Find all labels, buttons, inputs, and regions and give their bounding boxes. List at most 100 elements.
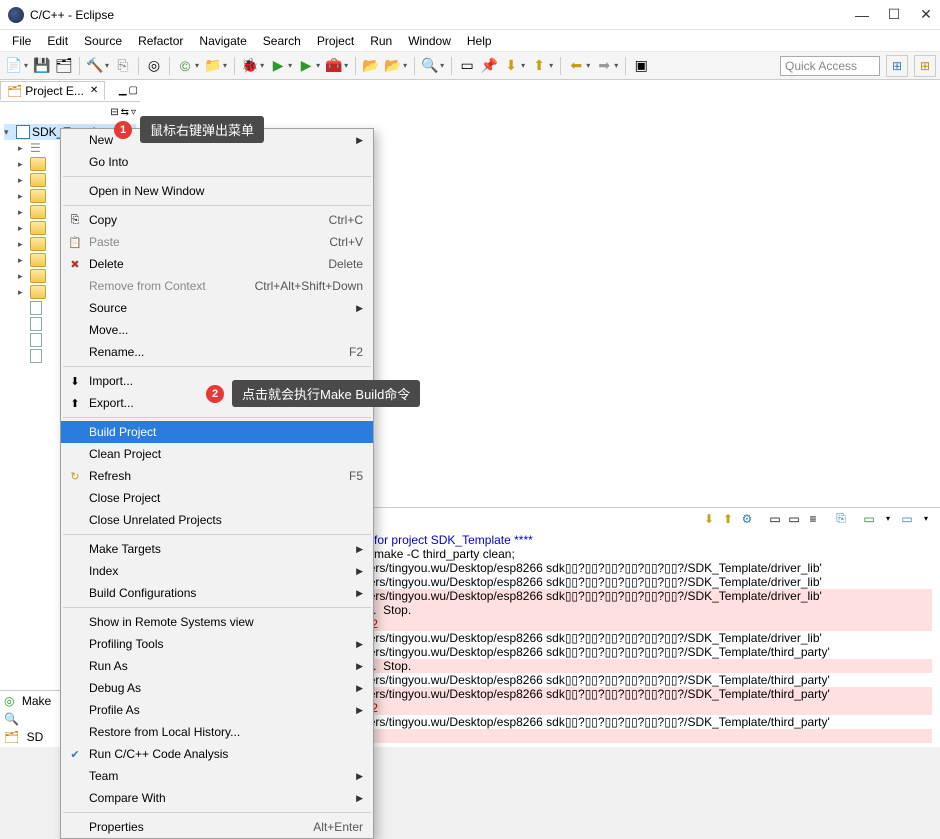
back-icon[interactable]: ⬅ xyxy=(566,56,586,76)
quick-access-input[interactable]: Quick Access xyxy=(780,56,880,76)
cm-debug-as[interactable]: Debug As▶ xyxy=(61,677,373,699)
file-icon xyxy=(30,349,42,363)
folder-icon: 🗂 xyxy=(7,84,22,98)
toggle-mark-icon[interactable]: ▭ xyxy=(457,56,477,76)
perspective-resource[interactable]: ⊞ xyxy=(914,55,936,77)
terminal-icon[interactable]: ▣ xyxy=(631,56,651,76)
menu-navigate[interactable]: Navigate xyxy=(191,32,254,50)
ext-tools-icon[interactable]: 🧰 xyxy=(324,56,344,76)
cm-run-as[interactable]: Run As▶ xyxy=(61,655,373,677)
menu-run[interactable]: Run xyxy=(362,32,400,50)
cm-properties[interactable]: Properties Alt+Enter xyxy=(61,816,373,838)
minimize-view-icon[interactable]: ▁ xyxy=(119,85,127,96)
save-all-icon[interactable]: 🗂 xyxy=(54,56,74,76)
console-icon[interactable]: ▭ xyxy=(786,511,802,527)
search-icon[interactable]: 🔍 xyxy=(420,56,440,76)
cm-source[interactable]: Source▶ xyxy=(61,297,373,319)
run-icon[interactable]: ▶ xyxy=(268,56,288,76)
close-icon[interactable]: ✕ xyxy=(90,85,98,96)
cm-move[interactable]: Move... xyxy=(61,319,373,341)
menu-file[interactable]: File xyxy=(4,32,39,50)
minimize-button[interactable]: — xyxy=(856,9,868,21)
cm-close-project[interactable]: Close Project xyxy=(61,487,373,509)
console-icon[interactable]: ≡ xyxy=(805,511,821,527)
cm-build-configs[interactable]: Build Configurations▶ xyxy=(61,582,373,604)
cm-close-unrelated[interactable]: Close Unrelated Projects xyxy=(61,509,373,531)
scroll-up-icon[interactable]: ⬆ xyxy=(720,511,736,527)
perspective-cpp[interactable]: ⊞ xyxy=(886,55,908,77)
project-explorer-tab[interactable]: 🗂 Project E... ✕ xyxy=(0,81,105,100)
save-icon[interactable]: 💾 xyxy=(32,56,52,76)
close-button[interactable]: ✕ xyxy=(920,9,932,21)
cm-label: New xyxy=(89,133,113,147)
pin-icon[interactable]: 📌 xyxy=(479,56,499,76)
cm-label: Delete xyxy=(89,257,124,271)
chevron-down-icon[interactable]: ▾ xyxy=(880,511,896,527)
pin-console-icon[interactable]: ⚙ xyxy=(739,511,755,527)
build-icon[interactable]: 🔨 xyxy=(85,56,105,76)
chevron-down-icon[interactable]: ▾ xyxy=(918,511,934,527)
cm-go-into[interactable]: Go Into xyxy=(61,151,373,173)
build-all-icon[interactable]: ⎘ xyxy=(113,56,133,76)
cm-profile-as[interactable]: Profile As▶ xyxy=(61,699,373,721)
expand-icon[interactable]: ▾ xyxy=(4,127,14,138)
target-icon[interactable]: ◎ xyxy=(144,56,164,76)
folder-icon xyxy=(30,205,46,219)
new-folder-icon[interactable]: 📁 xyxy=(203,56,223,76)
cm-label: Properties xyxy=(89,820,144,834)
maximize-button[interactable]: ☐ xyxy=(888,9,900,21)
cm-refresh[interactable]: ↻RefreshF5 xyxy=(61,465,373,487)
cm-label: Index xyxy=(89,564,118,578)
open-console-icon[interactable]: ▭ xyxy=(861,511,877,527)
cm-index[interactable]: Index▶ xyxy=(61,560,373,582)
annotation-tip-1: 鼠标右键弹出菜单 xyxy=(140,116,264,143)
folder-icon xyxy=(30,269,46,283)
maximize-view-icon[interactable]: ▢ xyxy=(129,85,138,96)
cm-label: Run C/C++ Code Analysis xyxy=(89,747,228,761)
cm-profiling[interactable]: Profiling Tools▶ xyxy=(61,633,373,655)
menu-refactor[interactable]: Refactor xyxy=(130,32,191,50)
new-icon[interactable]: 📄 xyxy=(4,56,24,76)
new-class-icon[interactable]: © xyxy=(175,56,195,76)
cm-rename[interactable]: Rename...F2 xyxy=(61,341,373,363)
submenu-arrow-icon: ▶ xyxy=(356,588,363,599)
cm-show-remote[interactable]: Show in Remote Systems view xyxy=(61,611,373,633)
cm-team[interactable]: Team▶ xyxy=(61,765,373,787)
collapse-all-icon[interactable]: ⊟ xyxy=(110,107,118,118)
forward-icon[interactable]: ➡ xyxy=(594,56,614,76)
view-menu-icon[interactable]: ▿ xyxy=(131,107,136,118)
prev-annotation-icon[interactable]: ⬆ xyxy=(529,56,549,76)
cm-make-targets[interactable]: Make Targets▶ xyxy=(61,538,373,560)
copy-icon[interactable]: ⎘ xyxy=(833,511,849,527)
clear-console-icon[interactable]: ▭ xyxy=(767,511,783,527)
next-annotation-icon[interactable]: ⬇ xyxy=(501,56,521,76)
cm-label: Run As xyxy=(89,659,128,673)
cm-shortcut: Alt+Enter xyxy=(313,820,363,834)
cm-compare-with[interactable]: Compare With▶ xyxy=(61,787,373,809)
profile-icon[interactable]: ▶ xyxy=(296,56,316,76)
cm-build-project[interactable]: Build Project xyxy=(61,421,373,443)
cm-delete[interactable]: ✖DeleteDelete xyxy=(61,253,373,275)
cm-open-new-window[interactable]: Open in New Window xyxy=(61,180,373,202)
scroll-down-icon[interactable]: ⬇ xyxy=(701,511,717,527)
cm-restore-history[interactable]: Restore from Local History... xyxy=(61,721,373,743)
cm-clean-project[interactable]: Clean Project xyxy=(61,443,373,465)
cm-label: Import... xyxy=(89,374,133,388)
cm-copy[interactable]: ⎘CopyCtrl+C xyxy=(61,209,373,231)
cm-label: Show in Remote Systems view xyxy=(89,615,254,629)
cm-label: Debug As xyxy=(89,681,141,695)
open-task-icon[interactable]: 📂 xyxy=(383,56,403,76)
menu-source[interactable]: Source xyxy=(76,32,130,50)
menu-edit[interactable]: Edit xyxy=(39,32,76,50)
menu-search[interactable]: Search xyxy=(255,32,309,50)
cm-run-analysis[interactable]: ✔Run C/C++ Code Analysis xyxy=(61,743,373,765)
menu-help[interactable]: Help xyxy=(459,32,500,50)
link-editor-icon[interactable]: ⇆ xyxy=(121,107,129,118)
display-console-icon[interactable]: ▭ xyxy=(899,511,915,527)
cm-shortcut: F2 xyxy=(349,345,363,359)
open-type-icon[interactable]: 📂 xyxy=(361,56,381,76)
debug-icon[interactable]: 🐞 xyxy=(240,56,260,76)
menu-window[interactable]: Window xyxy=(400,32,459,50)
menu-project[interactable]: Project xyxy=(309,32,362,50)
menu-bar: File Edit Source Refactor Navigate Searc… xyxy=(0,30,940,52)
